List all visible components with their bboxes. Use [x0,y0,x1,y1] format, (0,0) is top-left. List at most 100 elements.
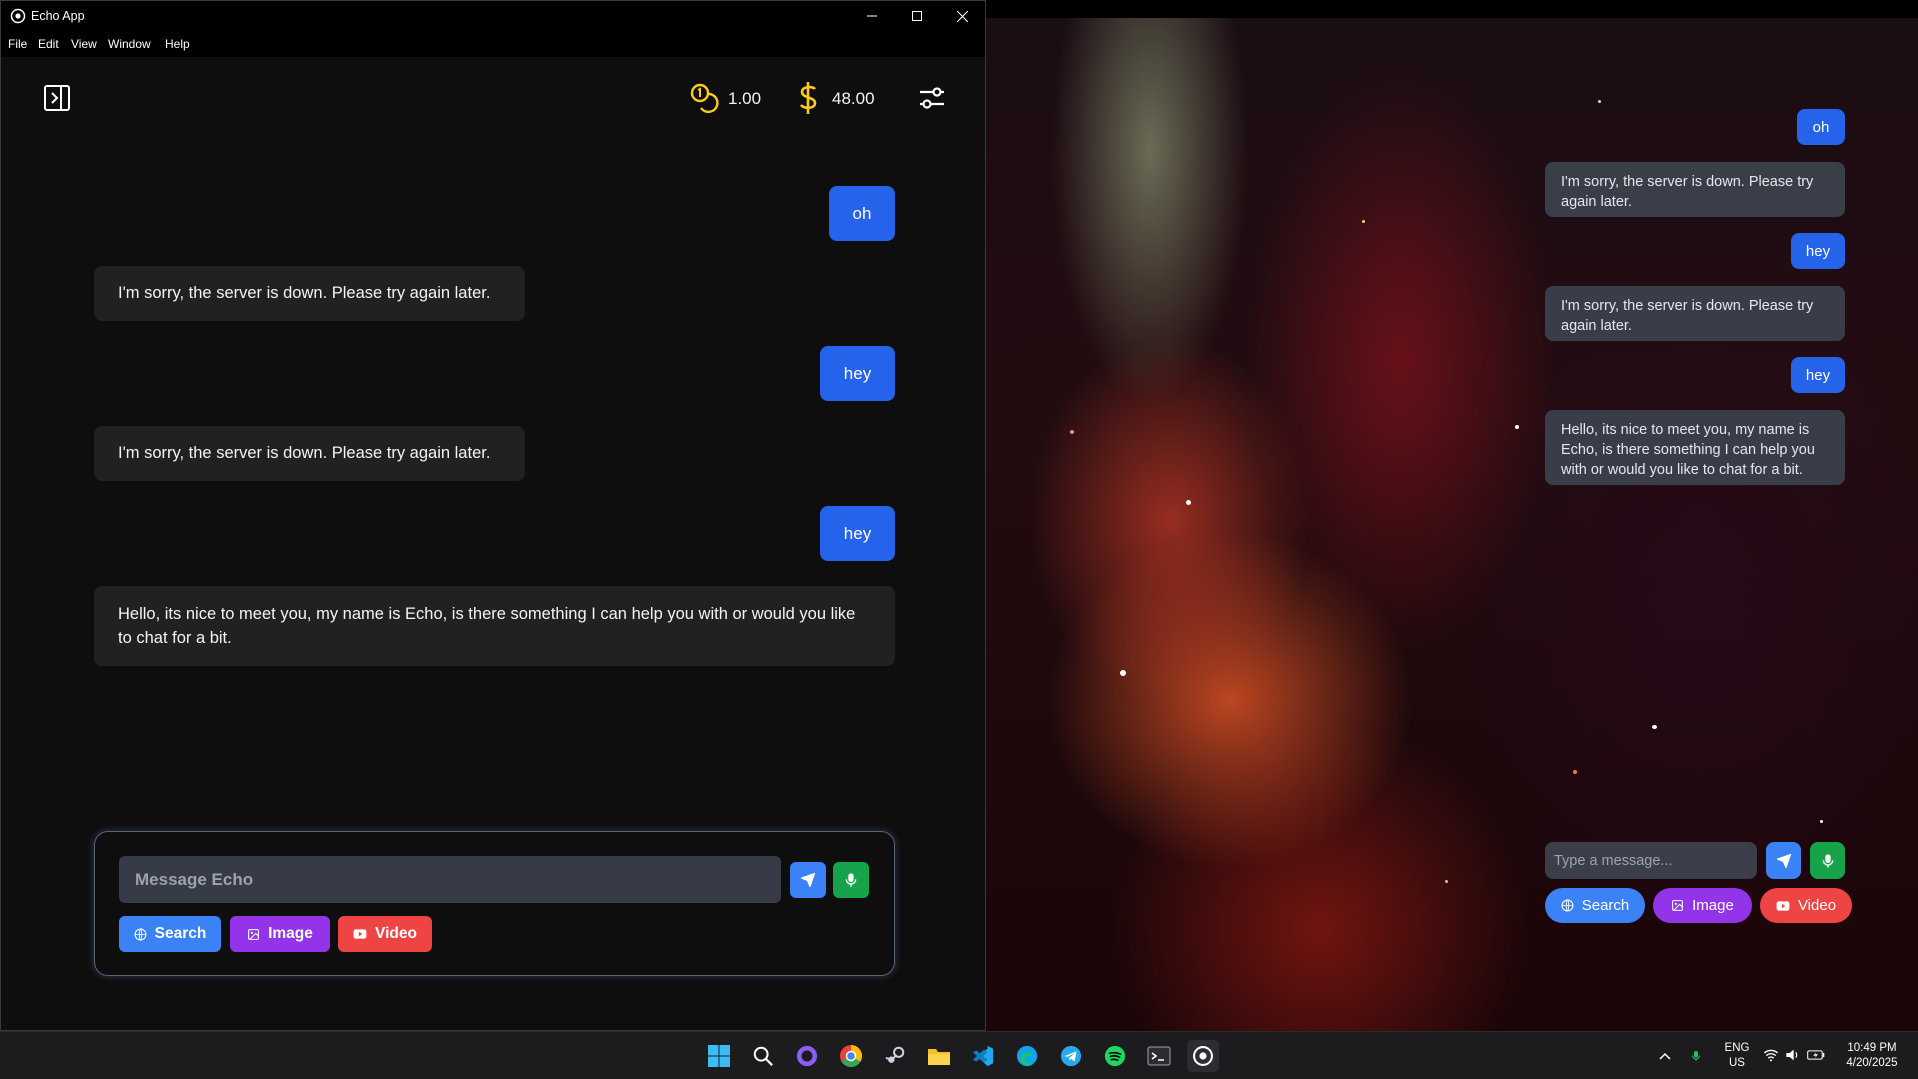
widget-user-message: hey [1791,233,1845,269]
spotify-app[interactable] [1099,1040,1131,1072]
star [1445,880,1448,883]
echo-app-icon [1193,1046,1213,1066]
telegram-icon [1060,1045,1082,1067]
dollar-icon [799,82,817,114]
video-icon [353,929,367,939]
github-desktop-app[interactable] [791,1040,823,1072]
settings-sliders-icon[interactable] [918,84,946,112]
close-button[interactable] [939,1,985,31]
title-bar[interactable]: Echo App [1,1,985,31]
widget-search-label: Search [1581,897,1630,914]
star [1186,500,1191,505]
maximize-icon [912,11,922,21]
globe-icon [1561,899,1574,912]
coins-icon [690,83,719,114]
assistant-message: I'm sorry, the server is down. Please tr… [94,266,525,321]
star [1120,670,1126,676]
image-button[interactable]: Image [230,916,330,952]
windows-start-button[interactable] [703,1040,735,1072]
widget-user-message: oh [1797,109,1845,145]
menu-file[interactable]: File [8,37,27,51]
clock-time: 10:49 PM [1847,1042,1897,1054]
edge-app[interactable] [1011,1040,1043,1072]
menu-view[interactable]: View [71,37,97,51]
window-title: Echo App [31,9,85,23]
menu-window[interactable]: Window [108,37,151,51]
star [1515,425,1519,429]
message-composer: Message Echo Search Image Video [94,831,895,976]
star [1820,820,1823,823]
file-explorer-app[interactable] [923,1040,955,1072]
widget-assistant-message: Hello, its nice to meet you, my name is … [1545,410,1845,485]
chevron-up-icon[interactable] [1659,1051,1671,1061]
widget-video-button[interactable]: Video [1760,888,1852,923]
widget-assistant-message: I'm sorry, the server is down. Please tr… [1545,286,1845,341]
echo-app-taskbar[interactable] [1187,1040,1219,1072]
terminal-app[interactable] [1143,1040,1175,1072]
steam-app[interactable] [879,1040,911,1072]
image-label: Image [268,925,313,942]
globe-icon [134,928,147,940]
user-message: hey [820,346,895,401]
clock[interactable]: 10:49 PM 4/20/2025 [1836,1041,1908,1071]
widget-mic-button[interactable] [1810,842,1845,879]
search-label: Search [154,925,207,942]
menu-edit[interactable]: Edit [38,37,59,51]
chrome-icon [840,1045,862,1067]
language-indicator[interactable]: ENG US [1721,1041,1753,1071]
star [1598,100,1601,103]
minimize-button[interactable] [849,1,895,31]
microphone-tray-icon[interactable] [1690,1047,1702,1065]
maximize-button[interactable] [894,1,940,31]
language-label: ENG [1724,1042,1750,1054]
user-message: oh [829,186,895,241]
image-icon [1672,900,1684,911]
star [1652,725,1657,729]
assistant-message: I'm sorry, the server is down. Please tr… [94,426,525,481]
volume-icon[interactable] [1785,1048,1801,1062]
video-icon [1776,900,1790,911]
search-button[interactable]: Search [119,916,221,952]
clock-date: 4/20/2025 [1846,1057,1898,1069]
region-label: US [1729,1057,1745,1069]
search-icon [753,1046,773,1066]
widget-video-label: Video [1797,897,1837,914]
send-icon [800,872,816,888]
credits-value: 1.00 [728,89,762,108]
echo-app-icon [10,8,26,24]
mic-button[interactable] [833,862,869,898]
video-button[interactable]: Video [338,916,432,952]
widget-image-label: Image [1692,897,1734,914]
send-icon [1776,853,1791,868]
menu-bar: File Edit View Window Help [1,31,985,57]
chrome-app[interactable] [835,1040,867,1072]
video-label: Video [375,925,417,942]
wallpaper-top-strip [985,0,1918,18]
close-icon [956,10,968,22]
wifi-icon[interactable] [1763,1048,1779,1062]
telegram-app[interactable] [1055,1040,1087,1072]
menu-help[interactable]: Help [165,37,190,51]
assistant-message: Hello, its nice to meet you, my name is … [94,586,895,666]
microphone-icon [845,873,857,887]
vscode-app[interactable] [967,1040,999,1072]
steam-icon [885,1046,905,1063]
minimize-icon [867,15,877,17]
star [1362,220,1365,223]
sidebar-toggle-icon[interactable] [43,84,71,112]
taskbar-search-button[interactable] [747,1040,779,1072]
message-input[interactable]: Message Echo [119,856,781,903]
send-button[interactable] [790,862,826,898]
user-message: hey [820,506,895,561]
balance-value: 48.00 [832,89,875,108]
widget-image-button[interactable]: Image [1653,888,1752,923]
star [1070,430,1074,434]
battery-icon[interactable] [1807,1049,1825,1061]
widget-message-input[interactable]: Type a message... [1545,842,1757,879]
widget-send-button[interactable] [1766,842,1801,879]
folder-icon [928,1049,950,1065]
widget-search-button[interactable]: Search [1545,888,1645,923]
github-icon [796,1045,818,1067]
star [1573,770,1577,774]
echo-app-window: Echo App File Edit View Window Help 1.00… [0,0,986,1031]
